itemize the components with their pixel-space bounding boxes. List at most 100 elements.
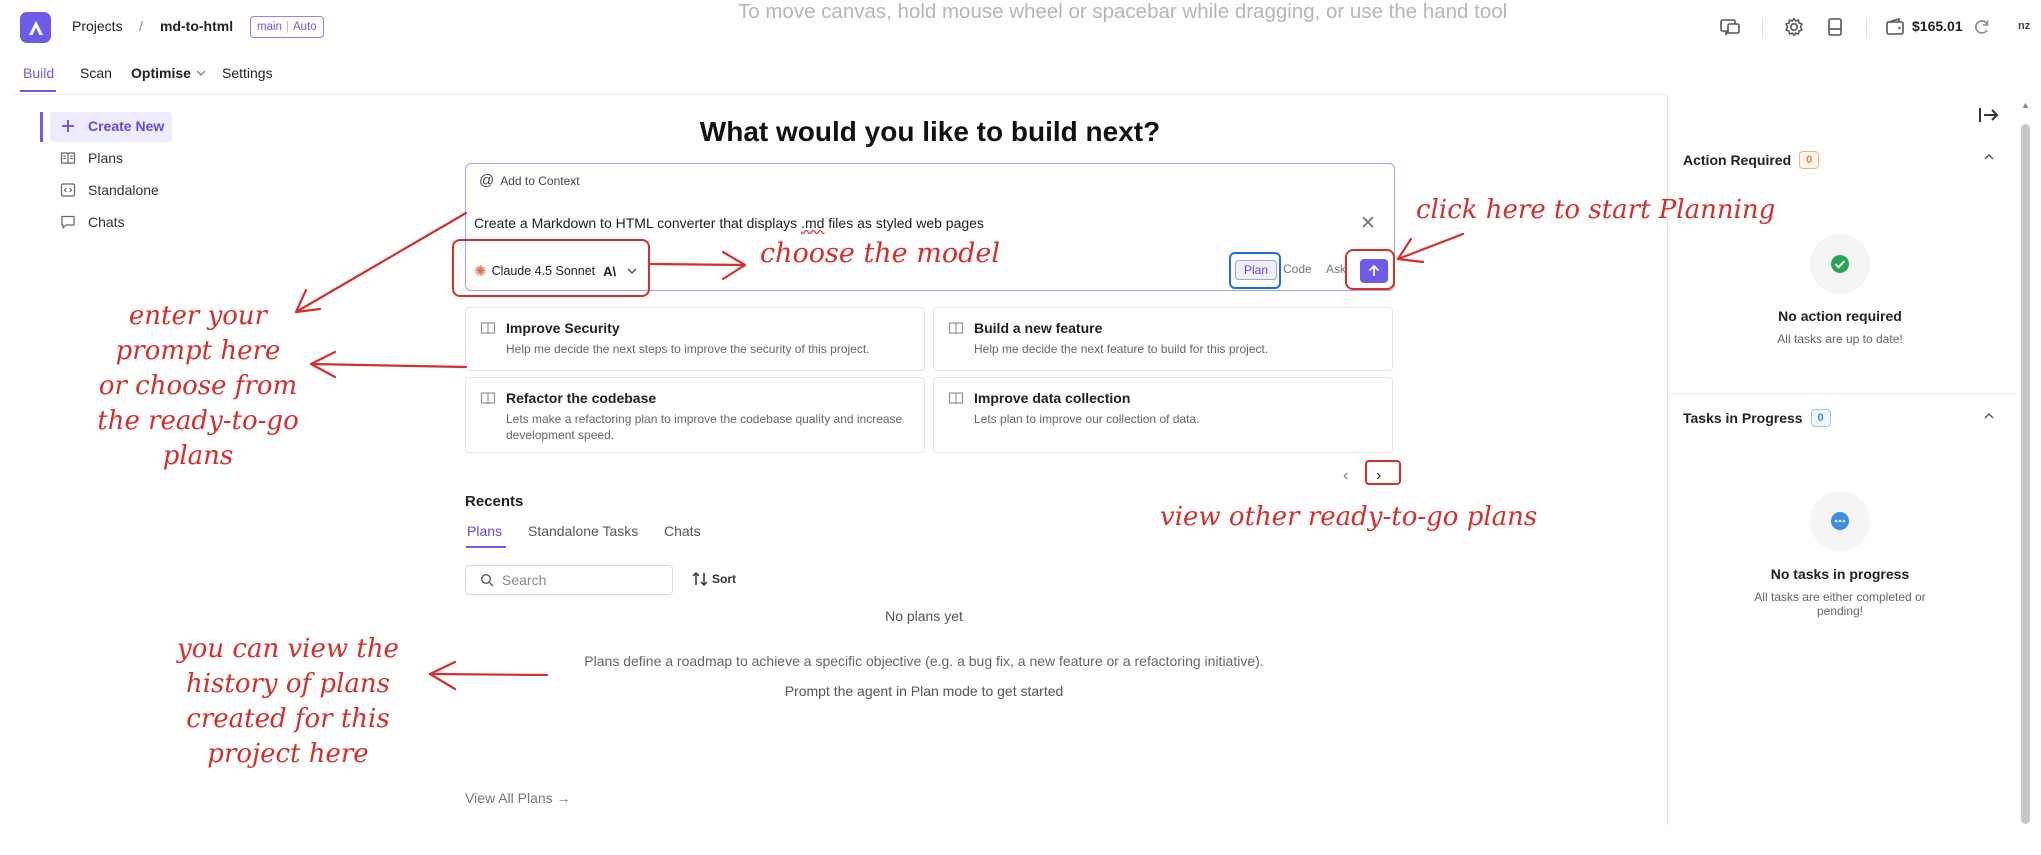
annotation-planning: click here to start Planning bbox=[1416, 195, 1776, 225]
tasks-status-subtitle: All tasks are either completed or pendin… bbox=[1754, 590, 1926, 618]
sidebar-active-marker bbox=[40, 112, 43, 142]
annotation-line: enter your bbox=[128, 301, 268, 331]
prompt-text-end: files as styled web pages bbox=[824, 215, 984, 231]
annotation-model: choose the model bbox=[760, 238, 1000, 269]
mode-code-button[interactable]: Code bbox=[1283, 262, 1312, 276]
tasks-status-title: No tasks in progress bbox=[1770, 566, 1910, 582]
scroll-up-icon[interactable]: ▲ bbox=[2021, 100, 2030, 110]
empty-state-title: No plans yet bbox=[885, 608, 963, 624]
sidebar-item-create-new[interactable]: Create New bbox=[60, 118, 164, 134]
breadcrumb-project-name[interactable]: md-to-html bbox=[160, 18, 233, 34]
prompt-text-start: Create a Markdown to HTML converter that… bbox=[474, 215, 802, 231]
page-bottom-margin bbox=[0, 826, 2041, 855]
chevron-up-icon[interactable] bbox=[1983, 409, 1995, 425]
empty-state-hint: Prompt the agent in Plan mode to get sta… bbox=[784, 683, 1064, 699]
tab-scan[interactable]: Scan bbox=[80, 65, 112, 81]
breadcrumb-separator: / bbox=[139, 18, 143, 34]
tab-optimise[interactable]: Optimise bbox=[131, 65, 191, 81]
search-placeholder: Search bbox=[502, 572, 547, 588]
card-description: Help me decide the next steps to improve… bbox=[506, 342, 870, 356]
canvas-hint: To move canvas, hold mouse wheel or spac… bbox=[738, 0, 1508, 23]
action-status-title: No action required bbox=[1778, 308, 1902, 324]
add-context-label: Add to Context bbox=[500, 173, 580, 188]
sort-button[interactable]: Sort bbox=[691, 571, 736, 587]
left-margin bbox=[0, 0, 12, 855]
plus-icon bbox=[62, 120, 74, 132]
branch-badge[interactable]: main | Auto bbox=[250, 16, 324, 38]
sidebar-item-plans[interactable]: Plans bbox=[60, 150, 123, 166]
card-title: Improve data collection bbox=[974, 390, 1131, 406]
recents-tab-chats[interactable]: Chats bbox=[664, 523, 701, 539]
annotation-line: plans bbox=[162, 441, 234, 471]
document-icon[interactable] bbox=[1824, 16, 1846, 43]
gear-icon[interactable] bbox=[1783, 16, 1805, 43]
page-title: What would you like to build next? bbox=[699, 116, 1161, 147]
book-icon bbox=[480, 322, 496, 335]
book-icon bbox=[480, 392, 496, 405]
suggestion-card-refactor[interactable]: Refactor the codebase Lets make a refact… bbox=[465, 377, 925, 453]
annotation-line: history of plans bbox=[186, 669, 390, 699]
status-success-circle bbox=[1810, 234, 1870, 294]
right-panel-section-divider bbox=[1668, 393, 2018, 394]
book-icon bbox=[948, 392, 964, 405]
card-description: Lets make a refactoring plan to improve … bbox=[506, 412, 903, 442]
sidebar-item-label: Chats bbox=[88, 214, 125, 230]
branch-mode: Auto bbox=[292, 21, 317, 33]
search-input[interactable]: Search bbox=[465, 565, 673, 595]
logo-icon bbox=[28, 20, 43, 35]
search-icon bbox=[480, 573, 494, 587]
card-description: Lets plan to improve our collection of d… bbox=[974, 412, 1200, 426]
add-context-button[interactable]: @ Add to Context bbox=[479, 172, 580, 189]
annotation-pager-box bbox=[1365, 460, 1401, 485]
sidebar-item-label: Plans bbox=[88, 150, 124, 166]
suggestion-card-feature[interactable]: Build a new feature Help me decide the n… bbox=[933, 307, 1393, 371]
sidebar-item-standalone[interactable]: Standalone bbox=[60, 182, 159, 198]
recents-tab-standalone[interactable]: Standalone Tasks bbox=[528, 523, 638, 539]
annotation-line: the ready-to-go bbox=[97, 406, 299, 436]
scrollbar-thumb[interactable] bbox=[2021, 124, 2030, 824]
annotation-prompt: enter your prompt here or choose from th… bbox=[76, 299, 320, 474]
view-all-plans-link[interactable]: View All Plans → bbox=[465, 790, 571, 806]
annotation-line: you can view the bbox=[177, 634, 399, 664]
toolbar-divider bbox=[1866, 18, 1867, 38]
at-sign-icon: @ bbox=[479, 172, 495, 189]
collapse-panel-icon[interactable] bbox=[1978, 106, 2000, 129]
action-count-badge: 0 bbox=[1799, 151, 1820, 169]
tasks-count-badge: 0 bbox=[1810, 409, 1831, 427]
suggestion-card-data[interactable]: Improve data collection Lets plan to imp… bbox=[933, 377, 1393, 453]
refresh-icon[interactable] bbox=[1972, 17, 1992, 42]
recents-tab-plans[interactable]: Plans bbox=[467, 523, 502, 539]
credit-balance: $165.01 bbox=[1912, 18, 1963, 34]
annotation-history: you can view the history of plans create… bbox=[160, 632, 416, 772]
prompt-misspelled-word: .md bbox=[801, 215, 825, 231]
empty-state-description: Plans define a roadmap to achieve a spec… bbox=[584, 653, 1264, 669]
action-required-header: Action Required 0 bbox=[1683, 151, 1820, 169]
annotation-line: created for this bbox=[186, 704, 390, 734]
tab-build[interactable]: Build bbox=[23, 65, 54, 81]
pager-prev-button[interactable]: ‹ bbox=[1343, 467, 1348, 485]
tabs-divider bbox=[12, 94, 1668, 95]
chevron-up-icon[interactable] bbox=[1983, 150, 1995, 166]
card-title: Refactor the codebase bbox=[506, 390, 657, 406]
clear-prompt-icon[interactable]: ✕ bbox=[1360, 212, 1376, 235]
section-title: Action Required bbox=[1683, 152, 1792, 168]
chat-window-icon[interactable] bbox=[1719, 16, 1741, 43]
sidebar-item-chats[interactable]: Chats bbox=[60, 214, 125, 230]
mode-ask-button[interactable]: Ask bbox=[1326, 262, 1346, 276]
sidebar-item-label: Create New bbox=[88, 118, 165, 134]
section-title: Tasks in Progress bbox=[1683, 410, 1803, 426]
annotation-other-plans: view other ready-to-go plans bbox=[1160, 502, 1538, 532]
suggestion-card-security[interactable]: Improve Security Help me decide the next… bbox=[465, 307, 925, 371]
prompt-input[interactable]: Create a Markdown to HTML converter that… bbox=[474, 215, 984, 231]
user-avatar[interactable]: nz bbox=[2018, 20, 2030, 32]
chevron-down-icon[interactable] bbox=[195, 66, 207, 84]
wallet-icon[interactable] bbox=[1884, 16, 1906, 43]
annotation-submit-box bbox=[1345, 249, 1395, 290]
action-status-subtitle: All tasks are up to date! bbox=[1777, 332, 1903, 346]
sort-icon bbox=[692, 571, 708, 587]
book-icon bbox=[60, 152, 76, 165]
app-logo[interactable] bbox=[20, 12, 51, 43]
breadcrumb-projects[interactable]: Projects bbox=[72, 18, 123, 34]
tab-settings[interactable]: Settings bbox=[222, 65, 273, 81]
branch-name: main bbox=[257, 21, 282, 33]
